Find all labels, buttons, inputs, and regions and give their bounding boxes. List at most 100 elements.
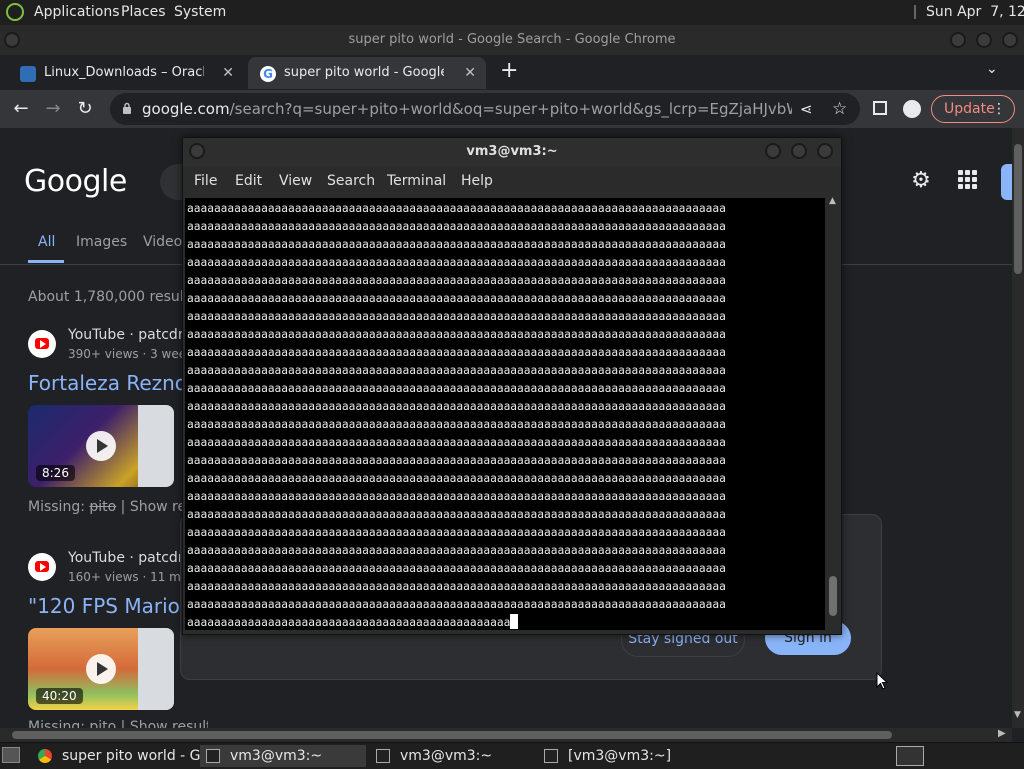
terminal-cursor: [510, 614, 519, 629]
terminal-text: aaaaaaaaaaaaaaaaaaaaaaaaaaaaaaaaaaaaaaaa…: [187, 202, 726, 629]
menu-search[interactable]: Search: [327, 173, 375, 189]
browser-toolbar: ← → ↻ google.com/search?q=super+pito+wor…: [0, 90, 1024, 128]
show-desktop-icon[interactable]: [2, 747, 20, 763]
new-tab-button[interactable]: +: [500, 58, 518, 83]
terminal-window[interactable]: vm3@vm3:~ File Edit View Search Terminal…: [182, 137, 842, 635]
scroll-down-arrow-icon[interactable]: ▼: [1014, 710, 1021, 720]
terminal-icon: [376, 749, 390, 763]
virtualbox-icon: [20, 66, 36, 82]
page-vertical-scrollbar[interactable]: ▼: [1012, 128, 1024, 728]
scrollbar-thumb[interactable]: [12, 731, 892, 739]
clock[interactable]: Sun Apr 7, 12:21: [926, 4, 1024, 20]
terminal-title-bar[interactable]: vm3@vm3:~: [183, 138, 841, 166]
terminal-output[interactable]: aaaaaaaaaaaaaaaaaaaaaaaaaaaaaaaaaaaaaaaa…: [185, 198, 825, 630]
maximize-icon[interactable]: [791, 143, 807, 159]
result-title-link[interactable]: "120 FPS Mario V: [28, 594, 200, 618]
task-terminal-3[interactable]: [vm3@vm3:~]: [538, 745, 704, 767]
back-arrow-icon[interactable]: ←: [6, 94, 36, 124]
browser-window-title: super pito world - Google Search - Googl…: [348, 32, 676, 47]
tab-title: Linux_Downloads – Oracle VM: [44, 65, 204, 80]
window-menu-icon[interactable]: [4, 32, 20, 48]
minimize-icon[interactable]: [950, 32, 966, 48]
places-menu[interactable]: Places: [121, 4, 166, 20]
reload-icon[interactable]: ↻: [70, 94, 100, 124]
tab-images[interactable]: Images: [76, 234, 127, 250]
profile-avatar-icon[interactable]: [903, 100, 921, 118]
menu-view[interactable]: View: [279, 173, 312, 189]
scroll-up-arrow-icon[interactable]: ▲: [829, 196, 836, 206]
close-tab-icon[interactable]: ✕: [222, 57, 234, 89]
task-terminal-2[interactable]: vm3@vm3:~: [370, 745, 536, 767]
close-window-icon[interactable]: [817, 143, 833, 159]
result-meta: 390+ views · 3 weeks: [68, 347, 200, 361]
video-duration: 8:26: [36, 465, 75, 481]
top-panel: Applications Places System Sun Apr 7, 12…: [0, 0, 1024, 26]
menu-file[interactable]: File: [194, 173, 217, 189]
tab-strip: Linux_Downloads – Oracle VM ✕ G super pi…: [0, 55, 1024, 90]
close-window-icon[interactable]: [1002, 32, 1018, 48]
page-horizontal-scrollbar[interactable]: ▶: [0, 728, 1012, 742]
play-icon[interactable]: [86, 431, 116, 461]
scrollbar-thumb[interactable]: [1014, 144, 1022, 274]
chrome-icon: [38, 749, 52, 763]
tab-linux-downloads[interactable]: Linux_Downloads – Oracle VM ✕: [8, 57, 244, 89]
results-count: About 1,780,000 results: [28, 289, 197, 305]
missing-terms: Missing: pito | Show results with pito: [28, 719, 208, 728]
browser-title-bar[interactable]: super pito world - Google Search - Googl…: [0, 25, 1024, 55]
video-duration: 40:20: [36, 688, 83, 704]
tab-title: super pito world - Google Search: [284, 65, 444, 80]
terminal-title: vm3@vm3:~: [466, 144, 558, 159]
google-logo[interactable]: Google: [24, 164, 127, 199]
scroll-right-arrow-icon[interactable]: ▶: [998, 728, 1006, 739]
thumbnail-side-panel: [138, 628, 174, 710]
address-bar[interactable]: google.com/search?q=super+pito+world&oq=…: [110, 93, 860, 125]
result-source[interactable]: YouTube · patcdr: [68, 550, 184, 566]
active-tab-indicator: [28, 260, 64, 263]
sign-in-header-button[interactable]: [1001, 164, 1012, 200]
tab-search-chevron-icon[interactable]: ⌄: [986, 61, 998, 77]
missing-terms-clip: Missing: pito | Show results with pito: [28, 719, 208, 728]
task-chrome[interactable]: super pito world - G...: [30, 745, 214, 767]
minimize-icon[interactable]: [765, 143, 781, 159]
result-meta: 160+ views · 11 mon: [68, 570, 196, 584]
url-text: google.com/search?q=super+pito+world&oq=…: [142, 100, 792, 118]
panel-separator: [914, 5, 916, 19]
workspace-switcher[interactable]: [896, 746, 924, 766]
google-icon: G: [260, 66, 276, 82]
thumbnail-side-panel: [138, 405, 174, 487]
terminal-icon: [206, 749, 220, 763]
menu-help[interactable]: Help: [461, 173, 493, 189]
youtube-icon: [28, 553, 56, 581]
tab-all[interactable]: All: [38, 234, 55, 250]
bookmark-star-icon[interactable]: ☆: [832, 93, 847, 125]
video-thumbnail[interactable]: 8:26: [28, 405, 174, 487]
tab-google-search[interactable]: G super pito world - Google Search ✕: [248, 57, 486, 89]
window-menu-icon[interactable]: [189, 143, 205, 159]
bottom-taskbar: super pito world - G... vm3@vm3:~ vm3@vm…: [0, 742, 1024, 769]
settings-gear-icon[interactable]: ⚙: [908, 168, 934, 194]
apps-grid-icon[interactable]: [956, 168, 980, 192]
close-tab-icon[interactable]: ✕: [464, 57, 476, 89]
task-terminal-1[interactable]: vm3@vm3:~: [200, 745, 366, 767]
kebab-menu-icon: ⋮: [992, 101, 1006, 117]
menu-terminal[interactable]: Terminal: [387, 173, 446, 189]
youtube-icon: [28, 330, 56, 358]
play-icon[interactable]: [86, 654, 116, 684]
menu-edit[interactable]: Edit: [235, 173, 262, 189]
system-menu[interactable]: System: [174, 4, 226, 20]
maximize-icon[interactable]: [976, 32, 992, 48]
side-panel-icon[interactable]: [873, 101, 887, 115]
lock-icon: [123, 102, 131, 114]
distro-logo-icon[interactable]: [6, 3, 24, 21]
mouse-pointer-icon: [876, 672, 888, 690]
terminal-scrollbar[interactable]: ▲: [827, 196, 839, 630]
applications-menu[interactable]: Applications: [34, 4, 120, 20]
result-title-link[interactable]: Fortaleza Reznor: [28, 371, 195, 395]
scrollbar-thumb[interactable]: [829, 576, 837, 616]
result-source[interactable]: YouTube · patcdr: [68, 327, 184, 343]
terminal-icon: [544, 749, 558, 763]
forward-arrow-icon[interactable]: →: [38, 94, 68, 124]
update-button[interactable]: Update ⋮: [931, 95, 1015, 123]
video-thumbnail[interactable]: 40:20: [28, 628, 174, 710]
share-icon[interactable]: ⋖: [800, 93, 813, 125]
